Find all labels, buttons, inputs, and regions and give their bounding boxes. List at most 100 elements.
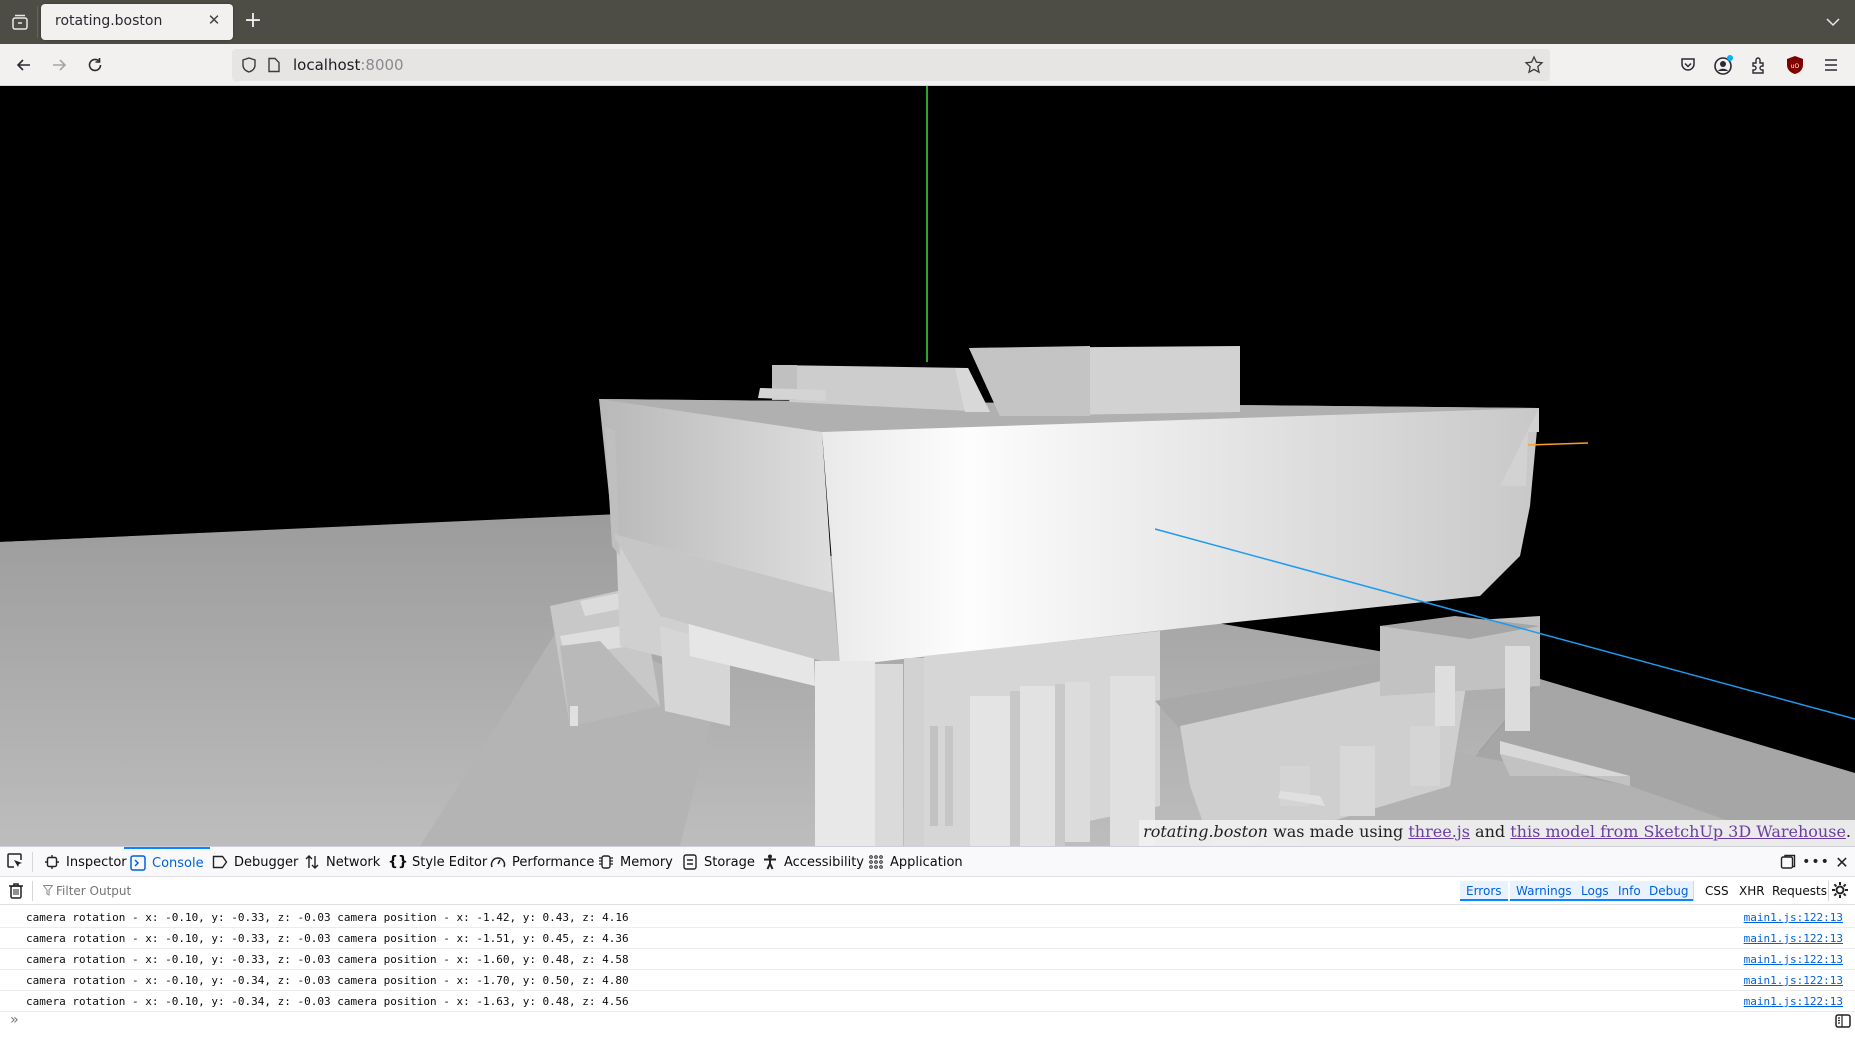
credit-text-3: . xyxy=(1845,822,1851,841)
devtools-panel: Inspector Console Debugger Network {} St… xyxy=(0,846,1855,1056)
tab-debugger[interactable]: Debugger xyxy=(206,847,304,877)
navigation-toolbar: localhost:8000 uO xyxy=(0,44,1855,86)
inspector-icon xyxy=(44,854,60,870)
toggle-sidebar-button[interactable] xyxy=(1835,1013,1851,1028)
log-source-link[interactable]: main1.js:122:13 xyxy=(1744,995,1843,1008)
new-tab-button[interactable]: + xyxy=(242,10,264,32)
bookmark-star-icon[interactable] xyxy=(1524,55,1544,79)
threejs-link[interactable]: three.js xyxy=(1408,822,1470,841)
credit-text: rotating.boston was made using three.js … xyxy=(1139,820,1855,846)
element-picker-icon xyxy=(7,853,22,868)
browser-tab[interactable]: rotating.boston ✕ xyxy=(41,4,233,40)
filter-requests-toggle[interactable]: Requests xyxy=(1768,881,1831,901)
console-log-row: camera rotation - x: -0.10, y: -0.33, z:… xyxy=(0,907,1855,928)
tracking-protection-icon[interactable] xyxy=(240,56,258,78)
console-settings-button[interactable] xyxy=(1831,881,1851,901)
tab-label: Style Editor xyxy=(412,854,488,870)
log-source-link[interactable]: main1.js:122:13 xyxy=(1744,974,1843,987)
ublock-icon[interactable]: uO xyxy=(1783,53,1807,77)
filter-logs-toggle[interactable]: Logs xyxy=(1575,881,1615,901)
application-icon xyxy=(868,854,884,870)
reload-button[interactable] xyxy=(83,53,107,77)
log-source-link[interactable]: main1.js:122:13 xyxy=(1744,911,1843,924)
list-all-tabs-button[interactable] xyxy=(1823,12,1843,32)
filter-separator xyxy=(1693,881,1694,901)
right-wing-post xyxy=(1410,726,1440,786)
tab-inspector[interactable]: Inspector xyxy=(38,847,133,877)
tab-strip: rotating.boston ✕ + xyxy=(0,0,1855,44)
filter-errors-toggle[interactable]: Errors xyxy=(1460,881,1508,901)
account-icon[interactable] xyxy=(1711,53,1735,77)
element-picker-button[interactable] xyxy=(6,852,26,872)
tab-network[interactable]: Network xyxy=(298,847,386,877)
right-wing-post xyxy=(1505,646,1530,731)
tab-memory[interactable]: Memory xyxy=(592,847,679,877)
dock-icon xyxy=(1780,854,1796,869)
column xyxy=(815,661,875,846)
sidebar-icon xyxy=(1835,1014,1851,1028)
clear-console-button[interactable] xyxy=(8,882,26,900)
filter-output-input[interactable] xyxy=(40,882,440,900)
svg-text:uO: uO xyxy=(1791,63,1800,70)
url-host: localhost xyxy=(293,56,361,74)
filter-xhr-toggle[interactable]: XHR xyxy=(1735,881,1769,901)
sketchup-model-link[interactable]: this model from SketchUp 3D Warehouse xyxy=(1510,822,1846,841)
close-icon[interactable]: ✕ xyxy=(205,11,223,29)
console-log-row: camera rotation - x: -0.10, y: -0.34, z:… xyxy=(0,991,1855,1012)
building-scene xyxy=(0,86,1855,846)
url-bar[interactable]: localhost:8000 xyxy=(232,49,1550,81)
console-input-prompt[interactable]: » xyxy=(10,1012,18,1028)
log-source-link[interactable]: main1.js:122:13 xyxy=(1744,932,1843,945)
dock-side-button[interactable] xyxy=(1778,852,1798,872)
tab-style-editor[interactable]: {} Style Editor xyxy=(384,847,493,877)
credit-text-1: was made using xyxy=(1267,822,1409,841)
tab-console[interactable]: Console xyxy=(124,847,210,877)
filter-css-toggle[interactable]: CSS xyxy=(1701,881,1733,901)
extensions-icon[interactable] xyxy=(1747,53,1771,77)
tab-accessibility[interactable]: Accessibility xyxy=(756,847,870,877)
tab-label: Network xyxy=(326,854,381,870)
x-axis-line xyxy=(1527,442,1589,446)
tab-label: Console xyxy=(152,855,204,871)
close-devtools-button[interactable]: ✕ xyxy=(1832,852,1852,872)
log-message: camera rotation - x: -0.10, y: -0.34, z:… xyxy=(26,974,629,987)
tab-label: Performance xyxy=(512,854,595,870)
back-button[interactable] xyxy=(12,53,36,77)
trash-icon xyxy=(9,883,23,899)
tabstrip-separator xyxy=(37,6,38,38)
page-info-icon[interactable] xyxy=(266,57,282,77)
url-port: :8000 xyxy=(360,56,404,74)
tab-label: Debugger xyxy=(234,854,299,870)
style-editor-icon: {} xyxy=(388,854,408,870)
url-text[interactable]: localhost:8000 xyxy=(293,56,404,74)
column xyxy=(875,664,903,846)
more-options-button[interactable]: ••• xyxy=(1802,852,1829,872)
firefox-view-icon xyxy=(12,14,28,30)
tab-performance[interactable]: Performance xyxy=(484,847,600,877)
close-icon: ✕ xyxy=(1835,852,1849,872)
filter-info-toggle[interactable]: Info xyxy=(1612,881,1647,901)
menu-icon[interactable] xyxy=(1819,53,1843,77)
column xyxy=(904,658,924,846)
filter-debug-toggle[interactable]: Debug xyxy=(1643,881,1695,901)
console-icon xyxy=(130,855,146,871)
console-log-row: camera rotation - x: -0.10, y: -0.34, z:… xyxy=(0,970,1855,991)
log-message: camera rotation - x: -0.10, y: -0.33, z:… xyxy=(26,932,629,945)
tab-application[interactable]: Application xyxy=(862,847,969,877)
log-source-link[interactable]: main1.js:122:13 xyxy=(1744,953,1843,966)
gear-icon xyxy=(1832,882,1848,898)
right-wing-post xyxy=(1435,666,1455,726)
column xyxy=(1010,691,1020,846)
pocket-icon[interactable] xyxy=(1676,53,1700,77)
forward-button[interactable] xyxy=(47,53,71,77)
threejs-canvas[interactable]: rotating.boston was made using three.js … xyxy=(0,86,1855,846)
left-wing-post xyxy=(570,706,578,726)
more-options-icon: ••• xyxy=(1802,854,1830,870)
log-message: camera rotation - x: -0.10, y: -0.34, z:… xyxy=(26,995,629,1008)
filter-warnings-toggle[interactable]: Warnings xyxy=(1510,881,1578,901)
tab-storage[interactable]: Storage xyxy=(676,847,761,877)
firefox-view-button[interactable] xyxy=(10,12,30,32)
column xyxy=(970,696,1010,846)
console-filter-bar: Errors Warnings Logs Info Debug CSS XHR … xyxy=(0,877,1855,905)
debugger-icon xyxy=(212,854,228,870)
